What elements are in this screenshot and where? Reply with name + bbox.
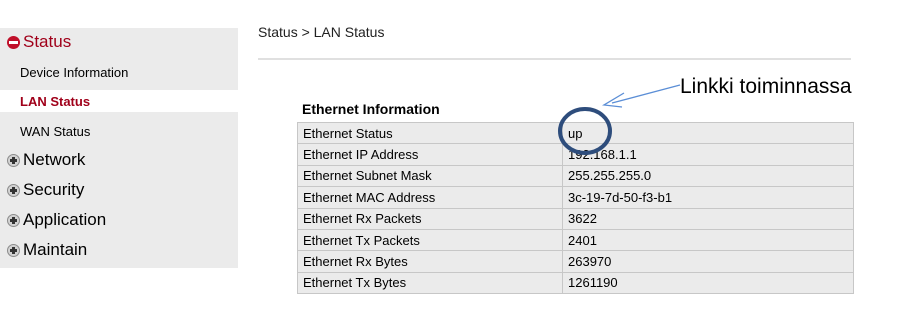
plus-circle-icon xyxy=(7,183,20,197)
sidebar-item-lan-status[interactable]: LAN Status xyxy=(0,90,238,112)
table-row: Ethernet Status up xyxy=(297,121,854,145)
table-row: Ethernet Rx Packets 3622 xyxy=(297,207,854,230)
row-label: Ethernet IP Address xyxy=(297,143,563,166)
nav-application[interactable]: Application xyxy=(0,206,238,234)
row-label: Ethernet MAC Address xyxy=(297,186,563,209)
plus-circle-icon xyxy=(7,213,20,227)
breadcrumb: Status > LAN Status xyxy=(258,24,385,40)
row-value: 3622 xyxy=(562,207,854,230)
row-value: 255.255.255.0 xyxy=(562,164,854,188)
sidebar-item-label: WAN Status xyxy=(20,123,91,139)
section-title: Ethernet Information xyxy=(302,101,440,117)
sidebar-item-device-information[interactable]: Device Information xyxy=(0,61,238,83)
row-value: 3c-19-7d-50-f3-b1 xyxy=(562,186,854,209)
table-row: Ethernet MAC Address 3c-19-7d-50-f3-b1 xyxy=(297,186,854,209)
table-row: Ethernet Tx Packets 2401 xyxy=(297,228,854,252)
ethernet-info-table: Ethernet Status up Ethernet IP Address 1… xyxy=(297,121,854,295)
table-row: Ethernet Tx Bytes 1261190 xyxy=(297,271,854,295)
divider xyxy=(258,58,851,60)
arrow-head-icon xyxy=(602,92,625,108)
sidebar-item-label: Device Information xyxy=(20,64,129,80)
nav-security-label: Security xyxy=(23,180,85,199)
row-label: Ethernet Rx Packets xyxy=(297,207,563,230)
row-value: 1261190 xyxy=(562,271,854,295)
sidebar-item-label: LAN Status xyxy=(20,93,91,109)
annotation-line xyxy=(611,84,681,104)
sidebar: Status Device Information LAN Status WAN… xyxy=(0,28,238,268)
row-value: 2401 xyxy=(562,228,854,252)
row-value: 263970 xyxy=(562,250,854,273)
plus-circle-icon xyxy=(7,243,20,257)
minus-circle-icon xyxy=(7,35,20,49)
nav-maintain[interactable]: Maintain xyxy=(0,236,238,264)
row-label: Ethernet Tx Bytes xyxy=(297,271,563,295)
row-value: 192.168.1.1 xyxy=(562,143,854,166)
plus-circle-icon xyxy=(7,153,20,167)
table-row: Ethernet Subnet Mask 255.255.255.0 xyxy=(297,164,854,188)
row-label: Ethernet Rx Bytes xyxy=(297,250,563,273)
row-value: up xyxy=(562,121,854,145)
nav-maintain-label: Maintain xyxy=(23,240,88,259)
nav-application-label: Application xyxy=(23,210,107,229)
nav-status-label: Status xyxy=(23,32,72,51)
row-label: Ethernet Tx Packets xyxy=(297,228,563,252)
row-label: Ethernet Subnet Mask xyxy=(297,164,563,188)
row-label: Ethernet Status xyxy=(297,121,563,145)
table-row: Ethernet IP Address 192.168.1.1 xyxy=(297,143,854,166)
sidebar-item-wan-status[interactable]: WAN Status xyxy=(0,120,238,142)
nav-security[interactable]: Security xyxy=(0,176,238,204)
annotation-label: Linkki toiminnassa xyxy=(680,75,852,98)
nav-network[interactable]: Network xyxy=(0,146,238,174)
table-row: Ethernet Rx Bytes 263970 xyxy=(297,250,854,273)
nav-status[interactable]: Status xyxy=(0,28,238,56)
nav-network-label: Network xyxy=(23,150,86,169)
